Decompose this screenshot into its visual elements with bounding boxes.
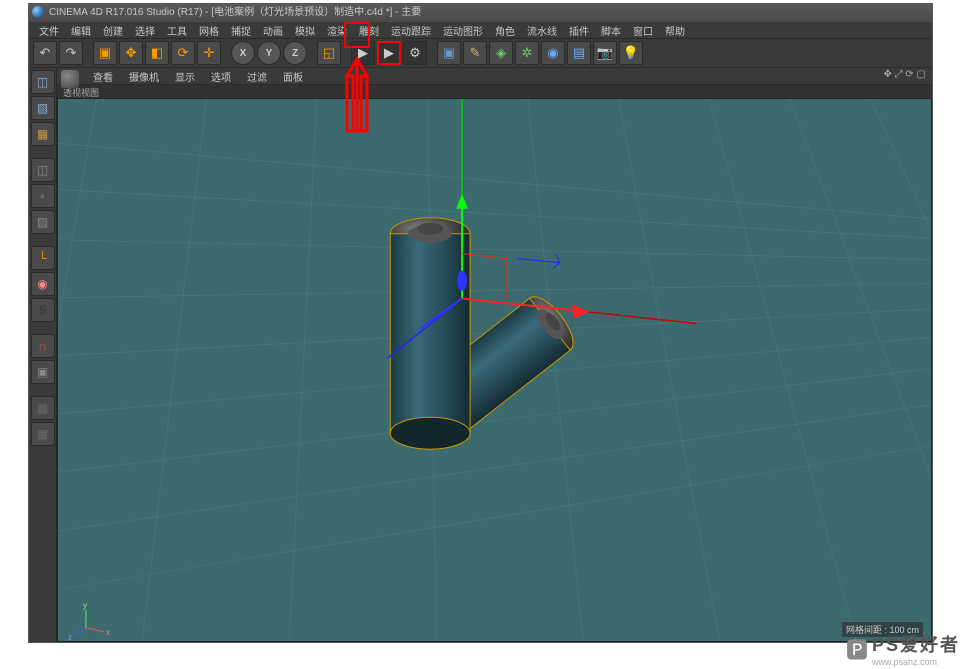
viewport-hud-icon	[61, 70, 79, 88]
menu-网格[interactable]: 网格	[193, 22, 225, 38]
viewport-menu: 查看摄像机显示选项过滤面板 ✥ ⤢ ⟳ ▢	[57, 68, 932, 84]
grid1-tool[interactable]: ▦	[31, 396, 55, 420]
grid	[58, 99, 931, 642]
vpmenu-查看[interactable]: 查看	[85, 68, 121, 84]
select-button[interactable]: ▣	[93, 41, 117, 65]
light-button[interactable]: 💡	[619, 41, 643, 65]
watermark: 🅿 PS爱好者 www.psahz.com	[846, 631, 960, 667]
axis-mod-tool[interactable]: └	[31, 246, 55, 270]
menu-流水线[interactable]: 流水线	[521, 22, 563, 38]
viewport-nav-icons[interactable]: ✥ ⤢ ⟳ ▢	[883, 69, 926, 80]
magnet-tool[interactable]: ∩	[31, 334, 55, 358]
axis-y-button[interactable]: Y	[257, 41, 281, 65]
menu-插件[interactable]: 插件	[563, 22, 595, 38]
lock-tool[interactable]: ▣	[31, 360, 55, 384]
animate-tool[interactable]: ◉	[31, 272, 55, 296]
menu-运动图形[interactable]: 运动图形	[437, 22, 489, 38]
vpmenu-过滤[interactable]: 过滤	[239, 68, 275, 84]
recent-button[interactable]: ✛	[197, 41, 221, 65]
window-title: CINEMA 4D R17.016 Studio (R17) - [电池案例（灯…	[49, 7, 421, 18]
menu-动画[interactable]: 动画	[257, 22, 289, 38]
camera-button[interactable]: 📷	[593, 41, 617, 65]
menu-工具[interactable]: 工具	[161, 22, 193, 38]
viewport-label: 透视视图	[57, 84, 932, 98]
snap-s-tool[interactable]: S	[31, 298, 55, 322]
menu-选择[interactable]: 选择	[129, 22, 161, 38]
editable-tool[interactable]: ◫	[31, 70, 55, 94]
menu-模拟[interactable]: 模拟	[289, 22, 321, 38]
undo-button[interactable]: ↶	[33, 41, 57, 65]
viewport[interactable]: x y z 网格间距 : 100 cm	[57, 98, 932, 642]
menu-bar: 文件编辑创建选择工具网格捕捉动画模拟渲染雕刻运动跟踪运动图形角色流水线插件脚本窗…	[29, 22, 932, 38]
redo-button[interactable]: ↷	[59, 41, 83, 65]
menu-捕捉[interactable]: 捕捉	[225, 22, 257, 38]
menu-运动跟踪[interactable]: 运动跟踪	[385, 22, 437, 38]
prim-cube-button[interactable]: ▣	[437, 41, 461, 65]
brush-button[interactable]: ✎	[463, 41, 487, 65]
array-button[interactable]: ✲	[515, 41, 539, 65]
annotation-arrow	[341, 21, 381, 151]
app-icon	[32, 6, 44, 18]
menu-角色[interactable]: 角色	[489, 22, 521, 38]
subdiv-button[interactable]: ◈	[489, 41, 513, 65]
deform-button[interactable]: ◉	[541, 41, 565, 65]
render-settings-button[interactable]: ⚙	[403, 41, 427, 65]
menu-文件[interactable]: 文件	[33, 22, 65, 38]
scale-button[interactable]: ◧	[145, 41, 169, 65]
vpmenu-摄像机[interactable]: 摄像机	[121, 68, 167, 84]
menu-窗口[interactable]: 窗口	[627, 22, 659, 38]
axis-x-button[interactable]: X	[231, 41, 255, 65]
tool-sidebar: ◫▧▦◫▫▨└◉S∩▣▦▦	[29, 68, 57, 642]
edge-tool[interactable]: ▫	[31, 184, 55, 208]
floor-button[interactable]: ▤	[567, 41, 591, 65]
model-tool[interactable]: ▧	[31, 96, 55, 120]
menu-帮助[interactable]: 帮助	[659, 22, 691, 38]
coord-button[interactable]: ◱	[317, 41, 341, 65]
texture-tool[interactable]: ▦	[31, 122, 55, 146]
vpmenu-面板[interactable]: 面板	[275, 68, 311, 84]
vpmenu-显示[interactable]: 显示	[167, 68, 203, 84]
vpmenu-选项[interactable]: 选项	[203, 68, 239, 84]
menu-编辑[interactable]: 编辑	[65, 22, 97, 38]
rotate-button[interactable]: ⟳	[171, 41, 195, 65]
axis-z-button[interactable]: Z	[283, 41, 307, 65]
point-tool[interactable]: ◫	[31, 158, 55, 182]
main-toolbar: ↶↷▣✥◧⟳✛XYZ◱▶▶⚙▣✎◈✲◉▤📷💡	[29, 38, 932, 68]
menu-创建[interactable]: 创建	[97, 22, 129, 38]
move-button[interactable]: ✥	[119, 41, 143, 65]
menu-脚本[interactable]: 脚本	[595, 22, 627, 38]
poly-tool[interactable]: ▨	[31, 210, 55, 234]
grid2-tool[interactable]: ▦	[31, 422, 55, 446]
title-bar: CINEMA 4D R17.016 Studio (R17) - [电池案例（灯…	[29, 4, 932, 22]
